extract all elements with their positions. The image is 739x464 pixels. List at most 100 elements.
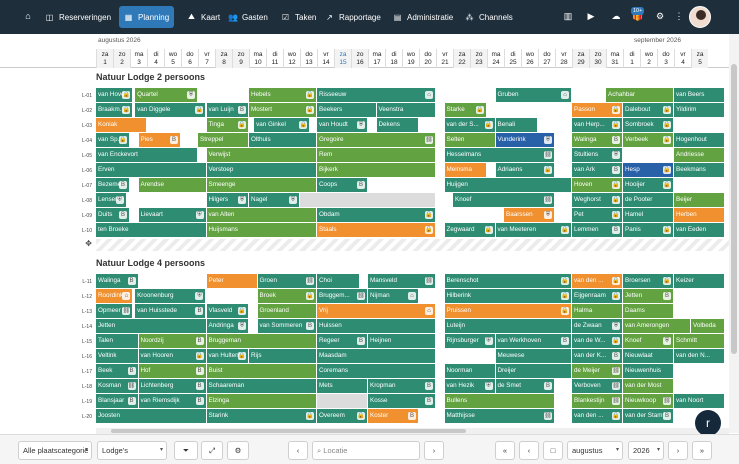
booking-block[interactable]: van der S... 🔒 <box>444 118 496 132</box>
nav-item-kaart[interactable]: ⛰ Kaart <box>182 6 225 28</box>
booking-block[interactable]: Hilgers ⛨ <box>206 193 249 207</box>
building-icon[interactable]: ▥ <box>562 11 574 22</box>
nav-item-planning[interactable]: ▦ Planning <box>119 6 175 28</box>
booking-block[interactable]: de Smet B <box>495 379 555 393</box>
booking-block[interactable]: van Hooren 🔒 <box>138 349 207 363</box>
day-column-header[interactable]: do 3 <box>657 49 674 68</box>
day-column-header[interactable]: za 5 <box>691 49 708 68</box>
booking-block[interactable]: Dalebout 🔒 <box>623 103 674 117</box>
day-column-header[interactable]: wo 5 <box>164 49 181 68</box>
booking-block[interactable]: Selten <box>444 133 496 147</box>
booking-block[interactable]: Nagel ⛨ <box>249 193 300 207</box>
booking-block[interactable]: van Herp... 🔒 <box>572 118 623 132</box>
booking-block[interactable]: Eijgenraam 🔒 <box>572 289 623 303</box>
nav-item-administratie[interactable]: ▤ Administratie <box>388 6 458 28</box>
booking-block[interactable]: Lievaart ⛨ <box>138 208 207 222</box>
day-column-header[interactable]: ma 24 <box>487 49 504 68</box>
booking-block[interactable]: Buist <box>206 364 317 378</box>
expand-button[interactable]: ⤢ <box>201 441 223 460</box>
scrollbar-thumb[interactable] <box>731 64 737 354</box>
day-column-header[interactable]: za 8 <box>215 49 232 68</box>
booking-block[interactable]: Duits B <box>96 208 130 222</box>
booking-block[interactable]: Talen <box>96 334 139 348</box>
booking-block[interactable]: Mansveld ⛓ <box>368 274 436 288</box>
day-column-header[interactable]: wo 2 <box>640 49 657 68</box>
booking-block[interactable]: Kosse B <box>368 394 436 408</box>
booking-block[interactable]: Matthijsse ⛓ <box>444 409 555 423</box>
booking-block[interactable]: Erven <box>96 163 207 177</box>
booking-block[interactable]: Hesp 🔒 <box>623 163 674 177</box>
booking-block[interactable]: Daams <box>623 304 674 318</box>
booking-block[interactable]: van den ... 🔒 <box>572 409 623 423</box>
booking-block[interactable]: Risseeuw ⌂ <box>317 88 436 102</box>
nav-item-reserveringen[interactable]: ◫ Reserveringen <box>40 6 116 28</box>
booking-block[interactable]: Nieuwenhuis <box>623 364 674 378</box>
booking-block[interactable]: Benali <box>495 118 538 132</box>
booking-block[interactable]: van Werkhoven B <box>495 334 572 348</box>
booking-block[interactable]: Hof B <box>138 364 207 378</box>
day-column-header[interactable]: ma 31 <box>606 49 623 68</box>
booking-block[interactable]: Weghorst 🔒 <box>572 193 623 207</box>
booking-block[interactable]: Luteijn <box>444 319 572 333</box>
booking-block[interactable]: Coops B <box>317 178 368 192</box>
booking-block[interactable]: Walinga B <box>96 274 139 288</box>
day-column-header[interactable]: za 29 <box>572 49 589 68</box>
booking-block[interactable]: Rem <box>317 148 436 162</box>
booking-block[interactable]: Choi <box>317 274 360 288</box>
booking-block[interactable]: van der Stam B <box>623 409 674 423</box>
settings-button[interactable]: ⚙ <box>227 441 249 460</box>
booking-block[interactable]: Bullens <box>444 394 555 408</box>
home-icon[interactable]: ⌂ <box>22 11 34 21</box>
booking-block[interactable]: Rijnsburger ⛨ <box>444 334 496 348</box>
nav-item-gasten[interactable]: 👥 Gasten <box>223 6 273 28</box>
booking-block[interactable]: Noorman <box>444 364 496 378</box>
booking-block[interactable]: Beekmans <box>674 163 725 177</box>
booking-block[interactable]: Hilberink 🔒 <box>444 289 572 303</box>
avatar[interactable] <box>689 6 711 28</box>
day-column-header[interactable]: vr 14 <box>317 49 334 68</box>
booking-block[interactable]: Verbeek 🔒 <box>623 133 674 147</box>
booking-block[interactable]: Huijsmans <box>206 223 317 237</box>
day-column-header[interactable]: zo 23 <box>470 49 487 68</box>
day-column-header[interactable]: do 20 <box>419 49 436 68</box>
booking-block[interactable]: Verwijst <box>206 148 317 162</box>
day-column-header[interactable]: di 1 <box>623 49 640 68</box>
day-column-header[interactable]: ma 3 <box>130 49 147 68</box>
booking-block[interactable]: Peter <box>206 274 258 288</box>
booking-block[interactable]: Noordzij B <box>138 334 207 348</box>
booking-block[interactable]: Pies B <box>138 133 181 147</box>
booking-block[interactable]: van Enckevort <box>96 148 198 162</box>
booking-block[interactable]: van Meeteren 🔒 <box>495 223 572 237</box>
booking-block[interactable]: Vrij ⌂ <box>317 304 436 318</box>
booking-block[interactable]: Beekers <box>317 103 377 117</box>
category-select[interactable]: Alle plaatscategorie ▾ <box>18 441 92 460</box>
booking-block[interactable]: Broersen 🔒 <box>623 274 674 288</box>
blocked-period[interactable] <box>317 394 368 408</box>
booking-block[interactable]: Schaareman <box>206 379 317 393</box>
nav-item-channels[interactable]: ⁂ Channels <box>460 6 518 28</box>
day-column-header[interactable]: wo 19 <box>402 49 419 68</box>
day-column-header[interactable]: di 25 <box>504 49 521 68</box>
booking-block[interactable]: Hamel <box>623 208 674 222</box>
day-column-header[interactable]: do 13 <box>300 49 317 68</box>
prev-period-button[interactable]: ‹ <box>519 441 539 460</box>
booking-block[interactable]: van Ginkel 🔒 <box>254 118 311 132</box>
add-row-icon[interactable]: ✥ <box>0 239 96 248</box>
booking-block[interactable]: Maasdam <box>317 349 436 363</box>
booking-block[interactable]: Roordink ⌂ <box>96 289 134 303</box>
booking-block[interactable]: Koster B <box>368 409 419 423</box>
booking-block[interactable]: ten Broeke <box>96 223 207 237</box>
cloud-icon[interactable]: ☁ <box>610 11 622 22</box>
booking-block[interactable]: Passon 🔒 <box>572 103 623 117</box>
year-select[interactable]: 2026 ▾ <box>628 441 664 460</box>
booking-block[interactable]: Beek B <box>96 364 139 378</box>
booking-block[interactable]: Hebels 🔒 <box>249 88 317 102</box>
type-select[interactable]: Lodge's ▾ <box>97 441 167 460</box>
day-column-header[interactable]: vr 4 <box>674 49 691 68</box>
booking-block[interactable]: Knoef ⛓ <box>453 193 555 207</box>
booking-block[interactable]: van Eeden <box>674 223 725 237</box>
booking-block[interactable]: van Alten <box>206 208 317 222</box>
booking-block[interactable]: Verboven ⛓ <box>572 379 623 393</box>
booking-block[interactable]: Blansjaar B <box>96 394 139 408</box>
booking-block[interactable]: van Sommeren B <box>257 319 317 333</box>
